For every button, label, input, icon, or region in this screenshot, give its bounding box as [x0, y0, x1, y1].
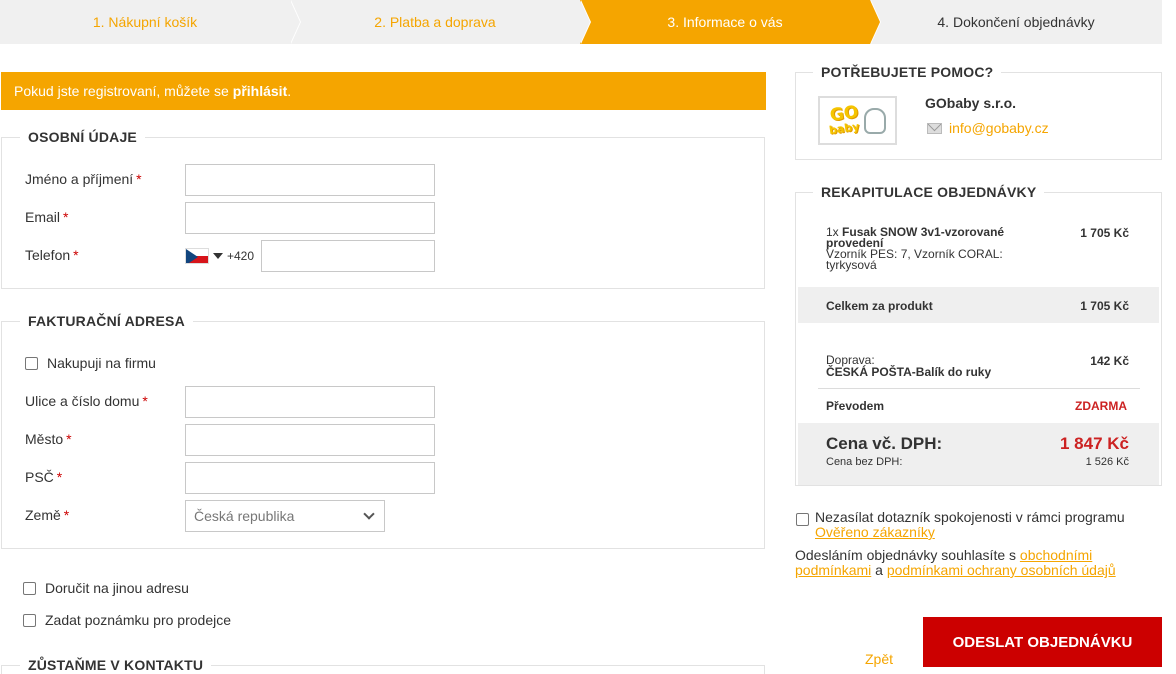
- order-recap-box: REKAPITULACE OBJEDNÁVKY 1x Fusak SNOW 3v…: [795, 184, 1162, 486]
- required-mark: *: [56, 469, 63, 485]
- step-payment-shipping[interactable]: 2. Platba a doprava: [290, 0, 591, 44]
- phone-prefix: +420: [227, 249, 255, 263]
- seller-note-label: Zadat poznámku pro prodejce: [45, 612, 231, 628]
- name-row: Jméno a příjmení *: [25, 171, 142, 187]
- step-cart-label: 1. Nákupní košík: [92, 14, 198, 30]
- chevron-down-icon: [363, 508, 375, 520]
- gobaby-logo: GO baby: [818, 96, 897, 145]
- help-title: POTŘEBUJETE POMOC?: [813, 64, 1002, 80]
- billing-address-title: FAKTURAČNÍ ADRESA: [20, 313, 193, 329]
- street-label: Ulice a číslo domu: [25, 393, 140, 409]
- shipping-name: ČESKÁ POŠTA-Balík do ruky: [826, 365, 992, 379]
- login-banner: Pokud jste registrovaní, můžete se přihl…: [1, 72, 766, 110]
- step-cart[interactable]: 1. Nákupní košík: [0, 0, 301, 44]
- required-mark: *: [63, 507, 70, 523]
- other-address-checkbox[interactable]: [23, 581, 36, 595]
- submit-order-button[interactable]: ODESLAT OBJEDNÁVKU: [923, 617, 1162, 667]
- phone-label: Telefon: [25, 247, 71, 263]
- payment-price: ZDARMA: [1075, 399, 1127, 413]
- company-checkbox[interactable]: [25, 356, 38, 370]
- billing-address-section: FAKTURAČNÍ ADRESA Nakupuji na firmu Ulic…: [1, 313, 765, 549]
- stay-in-contact-title: ZŮSTAŇME V KONTAKTU: [20, 657, 212, 673]
- other-address-label: Doručit na jinou adresu: [45, 580, 189, 596]
- email-input[interactable]: [185, 202, 435, 234]
- required-mark: *: [73, 247, 79, 263]
- survey-optout-checkbox[interactable]: [796, 513, 809, 526]
- step-completion: 4. Dokončení objednávky: [870, 0, 1162, 44]
- zip-input[interactable]: [185, 462, 435, 494]
- item-variant: Vzorník PES: 7, Vzorník CORAL: tyrkysová: [826, 247, 1003, 272]
- email-row: Email *: [25, 209, 68, 225]
- city-row: Město *: [25, 431, 72, 447]
- caret-down-icon: [213, 253, 223, 259]
- required-mark: *: [142, 393, 148, 409]
- country-row: Země *: [25, 507, 69, 523]
- required-mark: *: [136, 171, 142, 187]
- payment-label: Převodem: [826, 399, 885, 413]
- login-banner-text: Pokud jste registrovaní, můžete se: [14, 83, 229, 99]
- name-label: Jméno a příjmení: [25, 171, 134, 187]
- recap-divider: [818, 388, 1140, 389]
- email-contact: info@gobaby.cz: [927, 120, 1049, 136]
- email-link[interactable]: info@gobaby.cz: [949, 120, 1049, 136]
- personal-info-title: OSOBNÍ ÚDAJE: [20, 129, 145, 145]
- zip-row: PSČ *: [25, 469, 62, 485]
- help-box: POTŘEBUJETE POMOC? GO baby GObaby s.r.o.…: [795, 64, 1162, 160]
- phone-country-selector[interactable]: +420: [185, 248, 254, 264]
- seller-note-row[interactable]: Zadat poznámku pro prodejce: [23, 612, 231, 628]
- envelope-icon: [927, 122, 942, 134]
- baby-face-icon: [863, 107, 886, 134]
- zip-label: PSČ: [25, 469, 54, 485]
- company-name: GObaby s.r.o.: [925, 95, 1017, 111]
- required-mark: *: [66, 431, 72, 447]
- name-input[interactable]: [185, 164, 435, 196]
- product-total-value: 1 705 Kč: [1080, 299, 1129, 313]
- total-band: [798, 423, 1159, 485]
- country-label: Země: [25, 507, 61, 523]
- terms-prefix: Odesláním objednávky souhlasíte s: [795, 547, 1017, 563]
- required-mark: *: [63, 209, 69, 225]
- email-label: Email: [25, 209, 61, 225]
- terms-middle: a: [875, 562, 883, 578]
- phone-input[interactable]: [261, 240, 435, 272]
- shipping-price: 142 Kč: [1090, 354, 1129, 368]
- net-price-value: 1 526 Kč: [1085, 456, 1129, 468]
- survey-optout: Nezasílat dotazník spokojenosti v rámci …: [796, 510, 1162, 540]
- step-customer-info: 3. Informace o vás: [580, 0, 881, 44]
- street-row: Ulice a číslo domu *: [25, 393, 148, 409]
- country-selected-value: Česká republika: [194, 508, 295, 524]
- total-value: 1 847 Kč: [1060, 434, 1129, 453]
- country-select[interactable]: Česká republika: [185, 500, 385, 532]
- step-completion-label: 4. Dokončení objednávky: [937, 14, 1095, 30]
- login-banner-suffix: .: [287, 83, 292, 99]
- item-price: 1 705 Kč: [1080, 226, 1129, 240]
- street-input[interactable]: [185, 386, 435, 418]
- back-link[interactable]: Zpět: [865, 651, 893, 667]
- checkout-steps: 1. Nákupní košík 2. Platba a doprava 3. …: [0, 0, 1162, 44]
- survey-optout-text: Nezasílat dotazník spokojenosti v rámci …: [815, 509, 1125, 525]
- login-link[interactable]: přihlásit: [233, 83, 287, 99]
- shipping-info: Doprava: ČESKÁ POŠTA-Balík do ruky: [826, 354, 991, 378]
- terms-notice: Odesláním objednávky souhlasíte s obchod…: [795, 548, 1162, 578]
- product-total-label: Celkem za produkt: [826, 299, 933, 313]
- czech-flag-icon: [185, 248, 209, 264]
- net-price-label: Cena bez DPH:: [826, 456, 903, 468]
- seller-note-checkbox[interactable]: [23, 613, 36, 627]
- other-address-row[interactable]: Doručit na jinou adresu: [23, 580, 189, 596]
- step-payment-shipping-label: 2. Platba a doprava: [374, 14, 496, 30]
- recap-item: 1x Fusak SNOW 3v1-vzorované provedení Vz…: [826, 226, 1016, 272]
- privacy-terms-link[interactable]: podmínkami ochrany osobních údajů: [887, 562, 1116, 578]
- company-checkbox-row[interactable]: Nakupuji na firmu: [25, 355, 156, 371]
- company-checkbox-label: Nakupuji na firmu: [47, 355, 156, 371]
- step-customer-info-label: 3. Informace o vás: [667, 14, 783, 30]
- order-recap-title: REKAPITULACE OBJEDNÁVKY: [813, 184, 1045, 200]
- total-label: Cena vč. DPH:: [826, 434, 943, 453]
- stay-in-contact-section: ZŮSTAŇME V KONTAKTU: [1, 657, 765, 674]
- phone-row: Telefon *: [25, 247, 79, 263]
- city-label: Město: [25, 431, 64, 447]
- verified-customers-link[interactable]: Ověřeno zákazníky: [815, 524, 935, 540]
- city-input[interactable]: [185, 424, 435, 456]
- personal-info-section: OSOBNÍ ÚDAJE Jméno a příjmení * Email * …: [1, 129, 765, 289]
